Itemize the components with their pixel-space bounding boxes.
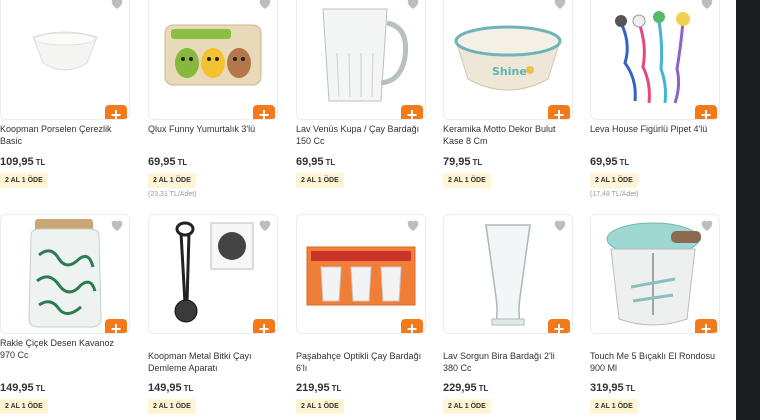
page-edge-dark: [736, 0, 760, 420]
campaign-badge[interactable]: 2 AL 1 ÖDE: [148, 173, 196, 188]
heart-icon[interactable]: [699, 217, 715, 233]
campaign-badge[interactable]: 2 AL 1 ÖDE: [296, 399, 344, 414]
heart-icon[interactable]: [109, 0, 125, 11]
add-to-cart-button[interactable]: +: [401, 105, 423, 119]
add-to-cart-button[interactable]: +: [105, 105, 127, 119]
add-to-cart-button[interactable]: +: [548, 319, 570, 333]
heart-icon[interactable]: [699, 0, 715, 11]
product-image[interactable]: +: [590, 214, 720, 334]
product-name[interactable]: Qlux Funny Yumurtalık 3'lü: [148, 123, 276, 135]
heart-icon[interactable]: [405, 217, 421, 233]
product-price: 229,95 TL: [443, 382, 489, 394]
heart-icon[interactable]: [552, 0, 568, 11]
add-to-cart-button[interactable]: +: [253, 319, 275, 333]
add-to-cart-button[interactable]: +: [695, 319, 717, 333]
add-to-cart-button[interactable]: +: [401, 319, 423, 333]
product-image[interactable]: +: [590, 0, 720, 120]
product-price: 149,95 TL: [148, 382, 194, 394]
product-image[interactable]: +: [148, 0, 278, 120]
product-image[interactable]: +: [0, 214, 130, 334]
product-image[interactable]: +: [443, 214, 573, 334]
campaign-badge[interactable]: 2 AL 1 ÖDE: [0, 399, 48, 414]
product-name[interactable]: Lav Sorgun Bira Bardağı 2'li 380 Cc: [443, 350, 571, 374]
campaign-badge[interactable]: 2 AL 1 ÖDE: [443, 399, 491, 414]
add-to-cart-button[interactable]: +: [105, 319, 127, 333]
heart-icon[interactable]: [257, 217, 273, 233]
product-name[interactable]: Koopman Metal Bitki Çayı Demleme Aparatı: [148, 350, 276, 374]
add-to-cart-button[interactable]: +: [695, 105, 717, 119]
product-price: 79,95 TL: [443, 156, 483, 168]
product-name[interactable]: Lav Venüs Kupa / Çay Bardağı 150 Cc: [296, 123, 424, 147]
product-price: 109,95 TL: [0, 156, 46, 168]
heart-icon[interactable]: [109, 217, 125, 233]
product-name[interactable]: Keramika Motto Dekor Bulut Kase 8 Cm: [443, 123, 571, 147]
product-price: 319,95 TL: [590, 382, 636, 394]
product-image[interactable]: +: [296, 0, 426, 120]
unit-price: (17,48 TL/Adet): [590, 191, 639, 198]
heart-icon[interactable]: [257, 0, 273, 11]
product-image[interactable]: Shine +: [443, 0, 573, 120]
ceramic-bowl-image: Shine: [454, 25, 562, 91]
egg-cups-image: [164, 24, 262, 86]
glass-mug-image: [322, 8, 409, 102]
product-image[interactable]: +: [0, 0, 130, 120]
campaign-badge[interactable]: 2 AL 1 ÖDE: [590, 399, 638, 414]
product-name[interactable]: Leva House Figürlü Pipet 4'lü: [590, 123, 718, 135]
product-name[interactable]: Rakle Çiçek Desen Kavanoz 970 Cc: [0, 337, 128, 361]
add-to-cart-button[interactable]: +: [253, 105, 275, 119]
product-name[interactable]: Koopman Porselen Çerezlik Basic: [0, 123, 128, 147]
campaign-badge[interactable]: 2 AL 1 ÖDE: [590, 173, 638, 188]
product-image[interactable]: +: [296, 214, 426, 334]
product-grid: + Koopman Porselen Çerezlik Basic 109,95…: [0, 0, 736, 420]
product-price: 69,95 TL: [296, 156, 336, 168]
bowl-image: [32, 31, 98, 71]
campaign-badge[interactable]: 2 AL 1 ÖDE: [296, 173, 344, 188]
product-name[interactable]: Touch Me 5 Bıçaklı El Rondosu 900 Ml: [590, 350, 718, 374]
product-price: 149,95 TL: [0, 382, 46, 394]
straws-image: [615, 11, 690, 104]
product-price: 219,95 TL: [296, 382, 342, 394]
product-price: 69,95 TL: [590, 156, 630, 168]
heart-icon[interactable]: [405, 0, 421, 11]
product-image[interactable]: +: [148, 214, 278, 334]
product-name[interactable]: Paşabahçe Optikli Çay Bardağı 6'lı: [296, 350, 424, 374]
bowl-print-text: Shine: [492, 65, 527, 78]
product-price: 69,95 TL: [148, 156, 188, 168]
campaign-badge[interactable]: 2 AL 1 ÖDE: [148, 399, 196, 414]
unit-price: (23,31 TL/Adet): [148, 191, 197, 198]
add-to-cart-button[interactable]: +: [548, 105, 570, 119]
campaign-badge[interactable]: 2 AL 1 ÖDE: [443, 173, 491, 188]
heart-icon[interactable]: [552, 217, 568, 233]
campaign-badge[interactable]: 2 AL 1 ÖDE: [0, 173, 48, 188]
